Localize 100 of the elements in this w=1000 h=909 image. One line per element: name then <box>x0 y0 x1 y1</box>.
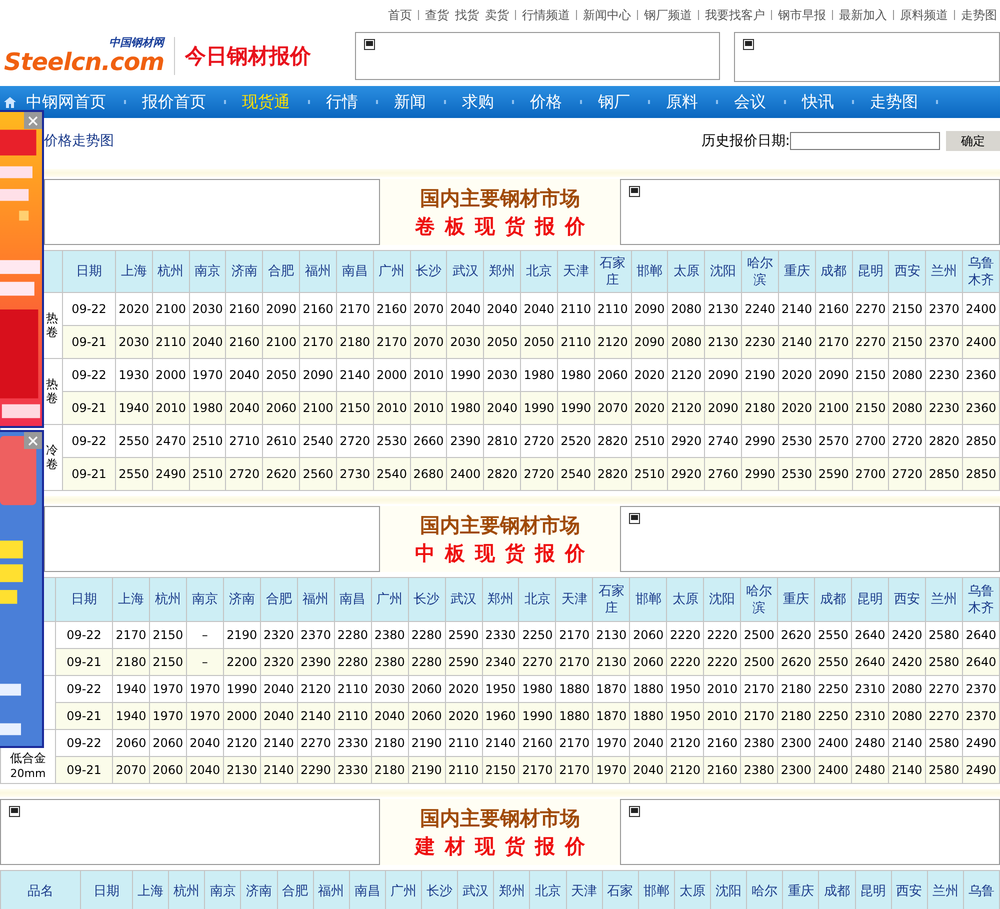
price-cell: 2380 <box>740 756 778 784</box>
price-cell: 2580 <box>925 648 962 676</box>
breadcrumb-link[interactable]: 价格走势图 <box>44 132 114 150</box>
nav-link[interactable]: 报价首页 <box>142 92 206 112</box>
nav-link[interactable]: 原料 <box>666 92 698 112</box>
price-cell: 2180 <box>371 756 408 784</box>
nav-link[interactable]: 钢厂 <box>598 92 630 112</box>
header-cell: 兰州 <box>927 870 964 909</box>
ad-banner[interactable] <box>0 799 380 865</box>
confirm-button[interactable]: 确定 <box>946 131 1000 151</box>
header-cell: 西安 <box>891 870 928 909</box>
product-name: 热卷 <box>46 312 58 339</box>
top-link[interactable]: 我要找客户 <box>705 6 765 24</box>
header-cell: 郑州 <box>482 578 519 622</box>
image-icon <box>629 513 640 524</box>
top-link[interactable]: 钢市早报 <box>778 6 826 24</box>
price-cell: 2140 <box>778 326 816 358</box>
price-cell: 2590 <box>445 648 482 676</box>
top-link[interactable]: 最新加入 <box>839 6 887 24</box>
price-cell: 1880 <box>556 702 593 730</box>
nav-link[interactable]: 快讯 <box>802 92 834 112</box>
nav-link[interactable]: 会议 <box>734 92 766 112</box>
section-subtitle: 建材现货报价 <box>415 833 595 860</box>
price-cell: 2140 <box>297 702 334 730</box>
price-cell: 2540 <box>373 458 410 490</box>
header-cell: 郑州 <box>484 250 521 292</box>
price-cell: 2370 <box>962 702 1000 730</box>
price-cell: 2480 <box>852 756 889 784</box>
price-cell: 1950 <box>666 702 704 730</box>
header-cell: 武汉 <box>445 578 482 622</box>
price-cell: 2400 <box>962 326 1000 358</box>
image-icon <box>629 186 640 197</box>
price-cell: 2400 <box>446 458 484 490</box>
top-link[interactable]: 钢厂频道 <box>644 6 692 24</box>
header-cell: 南京 <box>186 578 224 622</box>
top-link[interactable]: 新闻中心 <box>583 6 631 24</box>
close-button[interactable] <box>24 112 42 129</box>
top-link[interactable]: 原料频道 <box>900 6 948 24</box>
price-cell: 2850 <box>926 458 963 490</box>
price-cell: 2560 <box>300 458 336 490</box>
section-subtitle: 卷板现货报价 <box>415 213 595 240</box>
price-cell: 2270 <box>852 326 889 358</box>
header-cell: 太原 <box>666 578 704 622</box>
price-cell: 2080 <box>668 326 705 358</box>
ad-banner[interactable] <box>354 32 720 80</box>
header-cell: 南昌 <box>349 870 386 909</box>
ad-banner[interactable] <box>44 179 380 245</box>
price-cell: 2180 <box>112 648 150 676</box>
price-cell: 2010 <box>410 392 447 424</box>
header-cell: 哈尔滨 <box>742 250 778 292</box>
price-cell: 2720 <box>888 458 926 490</box>
price-cell: 2760 <box>704 458 742 490</box>
price-cell: 2620 <box>262 458 300 490</box>
price-cell: 2190 <box>408 756 446 784</box>
ad-banner[interactable] <box>620 179 1000 245</box>
header-cell: 广州 <box>373 250 410 292</box>
image-icon <box>629 806 640 817</box>
section-subtitle: 中板现货报价 <box>415 540 595 567</box>
nav-link[interactable]: 新闻 <box>394 92 426 112</box>
header-cell: 上海 <box>116 250 152 292</box>
date-cell: 09-21 <box>62 326 116 358</box>
price-cell: 2050 <box>484 326 521 358</box>
price-cell: 2040 <box>226 392 263 424</box>
top-link[interactable]: 走势图 <box>961 6 997 24</box>
price-cell: 2330 <box>334 756 372 784</box>
header-cell: 兰州 <box>925 578 962 622</box>
nav-link[interactable]: 行情 <box>326 92 358 112</box>
product-name: 低合金 <box>9 750 47 767</box>
header-cell: 乌鲁木齐 <box>962 250 1000 292</box>
header-cell: 天津 <box>566 870 602 909</box>
top-link[interactable]: 找货 <box>455 6 479 24</box>
ad-banner[interactable] <box>734 32 1000 82</box>
ad-banner[interactable] <box>620 506 1000 572</box>
nav-link[interactable]: 求购 <box>462 92 494 112</box>
price-cell: 2720 <box>226 458 263 490</box>
top-link[interactable]: 卖货 <box>485 6 509 24</box>
ad-banner[interactable] <box>44 506 380 572</box>
price-cell: 2150 <box>336 392 374 424</box>
home-icon[interactable] <box>4 96 16 108</box>
ad-banner[interactable] <box>620 799 1000 865</box>
price-cell: 1990 <box>518 702 556 730</box>
top-link[interactable]: 行情频道 <box>522 6 570 24</box>
header-cell: 武汉 <box>446 250 484 292</box>
header-cell: 太原 <box>674 870 710 909</box>
price-cell: 2640 <box>852 648 889 676</box>
header-cell: 西安 <box>888 250 926 292</box>
nav-link[interactable]: 中钢网首页 <box>26 92 106 112</box>
price-cell: 2310 <box>852 702 889 730</box>
top-link[interactable]: 查货 <box>425 6 449 24</box>
date-cell: 09-21 <box>62 392 116 424</box>
header-cell: 成都 <box>814 578 852 622</box>
date-field[interactable] <box>790 132 940 150</box>
price-cell: 2110 <box>557 326 594 358</box>
nav-link[interactable]: 走势图 <box>870 92 918 112</box>
price-cell: 2110 <box>445 756 482 784</box>
header-cell: 哈尔 <box>746 870 783 909</box>
nav-link[interactable]: 价格 <box>530 92 562 112</box>
close-button[interactable] <box>24 432 42 449</box>
top-link[interactable]: 首页 <box>388 6 412 24</box>
price-cell: 2490 <box>152 458 190 490</box>
